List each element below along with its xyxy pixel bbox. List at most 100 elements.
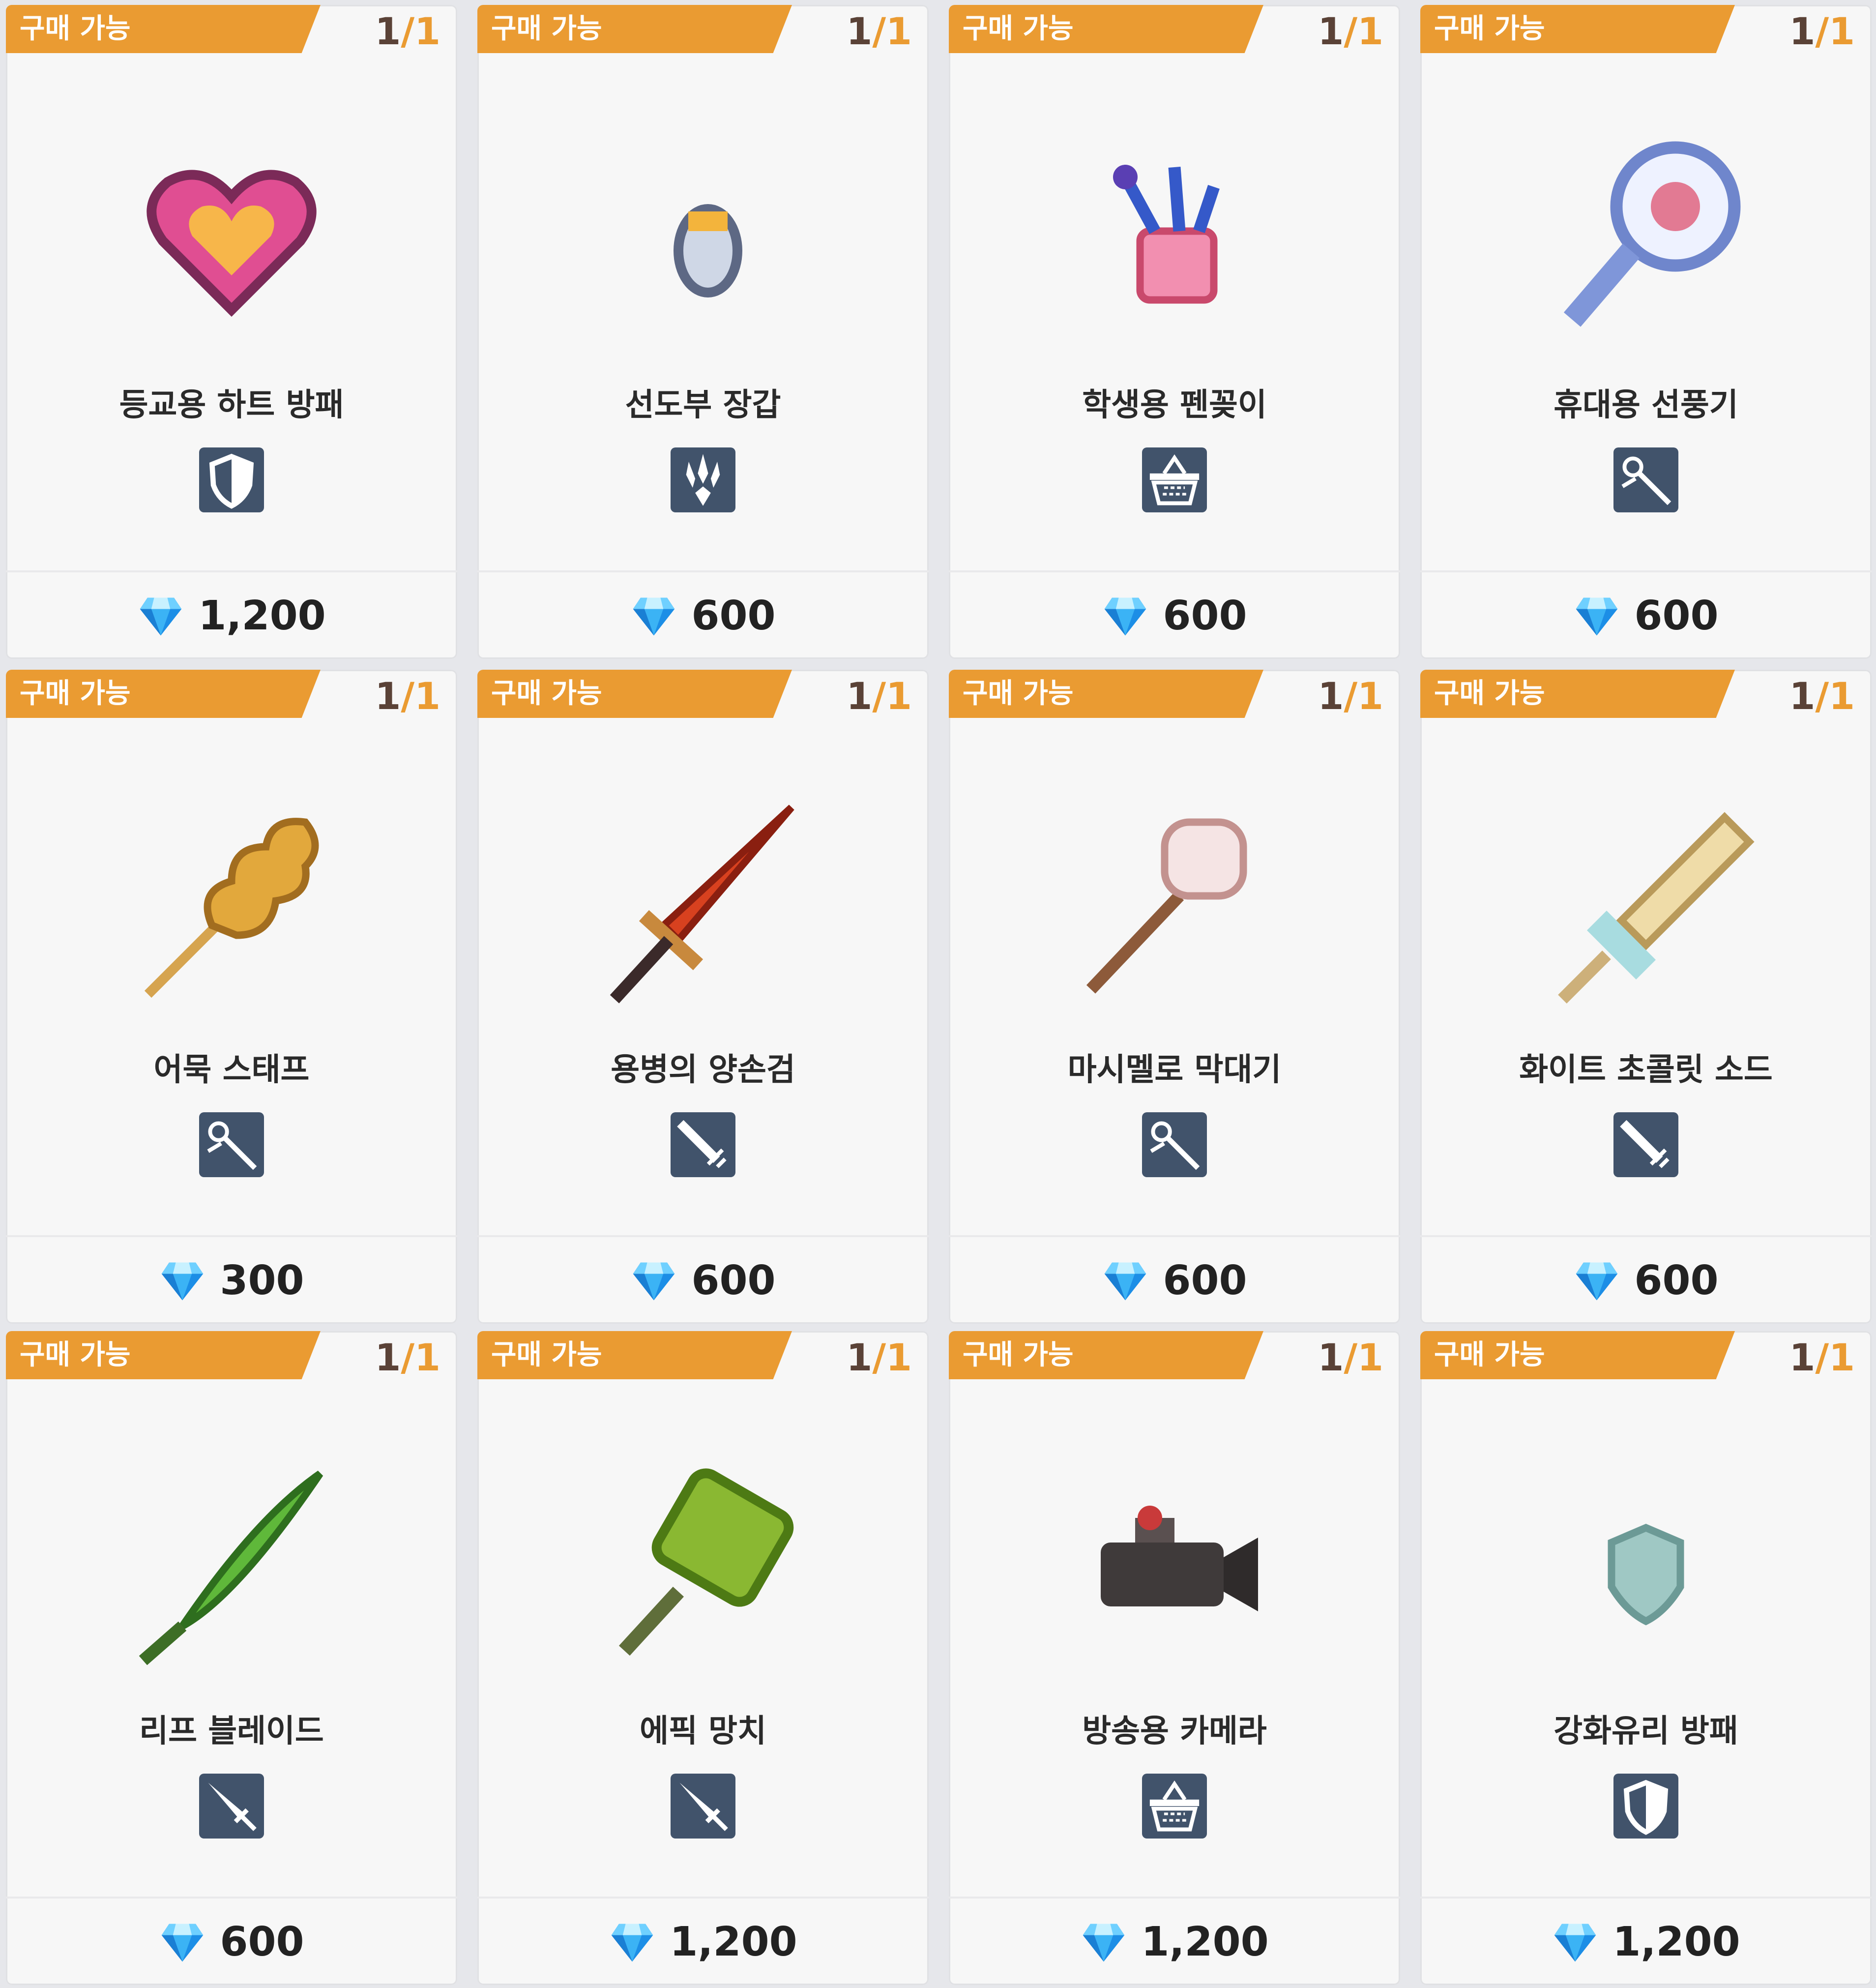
price-row: 600 — [6, 1899, 457, 1985]
purchasable-badge-label: 구매 가능 — [963, 1339, 1074, 1371]
purchase-limit-count: 1/1 — [846, 672, 912, 721]
marshmallow-stick-icon — [1052, 783, 1297, 1029]
stock-max: 1 — [414, 674, 440, 718]
purchasable-badge-label: 구매 가능 — [20, 1339, 131, 1371]
gem-icon — [159, 1257, 206, 1304]
purchasable-badge: 구매 가능 — [1420, 670, 1735, 718]
price-row: 300 — [6, 1237, 457, 1324]
stock-max: 1 — [1829, 674, 1855, 718]
purchasable-badge: 구매 가능 — [6, 670, 321, 718]
chocolate-sword-icon — [1523, 783, 1769, 1029]
stock-current: 1 — [1789, 1335, 1816, 1379]
item-price: 600 — [1163, 1257, 1247, 1304]
gem-icon — [609, 1918, 656, 1965]
shop-item-card[interactable]: 구매 가능 1/1 용병의 양손검 600 — [477, 670, 929, 1324]
stock-max: 1 — [1829, 1335, 1855, 1379]
shop-item-card[interactable]: 구매 가능 1/1 학생용 펜꽂이 600 — [949, 5, 1400, 659]
purchasable-badge-label: 구매 가능 — [1434, 13, 1545, 45]
basket-icon — [1142, 1774, 1207, 1839]
glove-icon — [580, 118, 826, 364]
purchasable-badge-label: 구매 가능 — [491, 1339, 602, 1371]
stock-current: 1 — [846, 9, 873, 53]
price-row: 1,200 — [1420, 1899, 1872, 1985]
purchasable-badge: 구매 가능 — [477, 670, 792, 718]
wand-icon — [199, 1112, 264, 1177]
gem-icon — [1573, 592, 1620, 639]
item-price: 600 — [691, 1257, 776, 1304]
item-name: 에픽 망치 — [640, 1713, 766, 1750]
gem-icon — [1102, 1257, 1149, 1304]
fishcake-staff-icon — [109, 783, 354, 1029]
stock-max: 1 — [886, 9, 912, 53]
greatsword-category-icon — [671, 1112, 735, 1177]
stock-max: 1 — [1357, 1335, 1383, 1379]
stock-current: 1 — [1318, 1335, 1344, 1379]
item-price: 1,200 — [1141, 1918, 1269, 1965]
item-price: 300 — [220, 1257, 304, 1304]
stock-max: 1 — [886, 674, 912, 718]
shop-item-card[interactable]: 구매 가능 1/1 강화유리 방패 1,200 — [1420, 1331, 1872, 1985]
purchase-limit-count: 1/1 — [846, 7, 912, 56]
purchasable-badge: 구매 가능 — [6, 1331, 321, 1379]
stock-separator: / — [1344, 1335, 1358, 1379]
gem-icon — [1573, 1257, 1620, 1304]
gem-icon — [1102, 592, 1149, 639]
purchase-limit-count: 1/1 — [1789, 1333, 1855, 1382]
shop-item-card[interactable]: 구매 가능 1/1 에픽 망치 1,200 — [477, 1331, 929, 1985]
item-name: 등교용 하트 방패 — [119, 387, 344, 423]
gem-icon — [1552, 1918, 1599, 1965]
price-row: 1,200 — [477, 1899, 929, 1985]
shop-item-card[interactable]: 구매 가능 1/1 마시멜로 막대기 600 — [949, 670, 1400, 1324]
stock-separator: / — [872, 9, 886, 53]
price-row: 600 — [477, 1237, 929, 1324]
stock-max: 1 — [1829, 9, 1855, 53]
item-price: 600 — [1634, 592, 1719, 639]
price-row: 1,200 — [949, 1899, 1400, 1985]
heart-shield-icon — [109, 118, 354, 364]
shop-item-card[interactable]: 구매 가능 1/1 방송용 카메라 1,200 — [949, 1331, 1400, 1985]
shop-item-card[interactable]: 구매 가능 1/1 등교용 하트 방패 1,200 — [6, 5, 457, 659]
purchasable-badge: 구매 가능 — [949, 5, 1263, 53]
item-name: 마시멜로 막대기 — [1067, 1052, 1282, 1088]
item-name: 휴대용 선풍기 — [1554, 387, 1738, 423]
stock-max: 1 — [414, 1335, 440, 1379]
shop-item-card[interactable]: 구매 가능 1/1 선도부 장갑 600 — [477, 5, 929, 659]
stock-current: 1 — [1318, 9, 1344, 53]
item-price: 600 — [220, 1918, 304, 1965]
gem-icon — [630, 592, 677, 639]
price-row: 600 — [949, 572, 1400, 659]
stock-current: 1 — [1789, 674, 1816, 718]
purchase-limit-count: 1/1 — [1318, 672, 1383, 721]
item-name: 화이트 초콜릿 소드 — [1519, 1052, 1773, 1088]
item-name: 용병의 양손검 — [611, 1052, 795, 1088]
leaf-blade-icon — [109, 1444, 354, 1690]
wand-icon — [1613, 447, 1678, 512]
purchasable-badge: 구매 가능 — [1420, 5, 1735, 53]
price-row: 600 — [477, 572, 929, 659]
purchasable-badge-label: 구매 가능 — [963, 13, 1074, 45]
stock-current: 1 — [846, 1335, 873, 1379]
stock-current: 1 — [375, 9, 401, 53]
purchasable-badge-label: 구매 가능 — [963, 678, 1074, 710]
item-price: 1,200 — [670, 1918, 797, 1965]
purchasable-badge: 구매 가능 — [949, 1331, 1263, 1379]
shop-item-card[interactable]: 구매 가능 1/1 화이트 초콜릿 소드 600 — [1420, 670, 1872, 1324]
stock-separator: / — [872, 1335, 886, 1379]
item-name: 리프 블레이드 — [139, 1713, 324, 1750]
item-price: 600 — [1163, 592, 1247, 639]
shop-item-card[interactable]: 구매 가능 1/1 휴대용 선풍기 600 — [1420, 5, 1872, 659]
shop-item-card[interactable]: 구매 가능 1/1 리프 블레이드 600 — [6, 1331, 457, 1985]
greatsword-category-icon — [1613, 1112, 1678, 1177]
gem-icon — [137, 592, 184, 639]
wand-icon — [1142, 1112, 1207, 1177]
shield-icon — [1613, 1774, 1678, 1839]
shop-item-card[interactable]: 구매 가능 1/1 어묵 스태프 300 — [6, 670, 457, 1324]
sword-icon — [671, 1774, 735, 1839]
gem-icon — [630, 1257, 677, 1304]
stock-current: 1 — [375, 674, 401, 718]
stock-separator: / — [1815, 9, 1829, 53]
purchasable-badge: 구매 가능 — [477, 5, 792, 53]
claw-icon — [671, 447, 735, 512]
stock-separator: / — [1815, 674, 1829, 718]
gem-icon — [159, 1918, 206, 1965]
